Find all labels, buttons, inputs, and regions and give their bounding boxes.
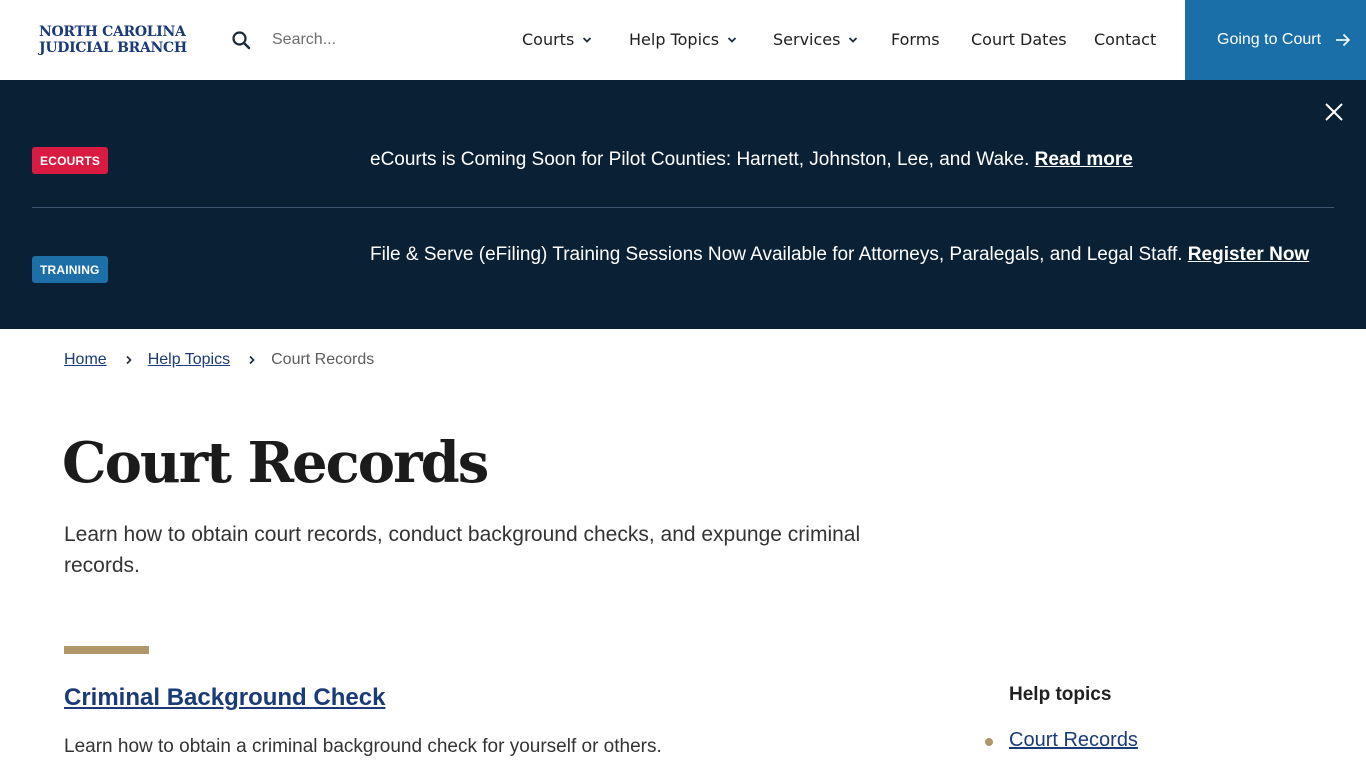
- alert-message: eCourts is Coming Soon for Pilot Countie…: [370, 145, 1330, 174]
- breadcrumb: Home Help Topics Court Records: [64, 351, 374, 369]
- going-to-court-button[interactable]: Going to Court: [1185, 0, 1366, 80]
- site-header: NORTH CAROLINA JUDICIAL BRANCH Courts He…: [0, 0, 1366, 80]
- logo-line-1: NORTH CAROLINA: [39, 24, 186, 40]
- chevron-down-icon: [849, 36, 858, 43]
- arrow-right-icon: [1336, 33, 1351, 47]
- alert-divider: [32, 207, 1334, 208]
- search-icon[interactable]: [231, 30, 251, 50]
- nav-courts-label: Courts: [522, 30, 575, 49]
- register-now-link[interactable]: Register Now: [1188, 244, 1309, 265]
- section-description: Learn how to obtain a criminal backgroun…: [64, 736, 662, 757]
- bullet-icon: [985, 738, 993, 746]
- breadcrumb-current: Court Records: [271, 351, 375, 368]
- section-title-link[interactable]: Criminal Background Check: [64, 684, 385, 712]
- sidebar-heading: Help topics: [1009, 684, 1112, 705]
- page-description: Learn how to obtain court records, condu…: [64, 523, 861, 577]
- alert-badge-ecourts: ECOURTS: [32, 147, 109, 174]
- alert-message: File & Serve (eFiling) Training Sessions…: [370, 240, 1330, 269]
- alert-text: eCourts is Coming Soon for Pilot Countie…: [370, 149, 1030, 170]
- alert-badge-training: TRAINING: [32, 256, 108, 283]
- nav-help-topics-label: Help Topics: [629, 30, 720, 49]
- nav-forms[interactable]: Forms: [891, 30, 940, 49]
- nav-services[interactable]: Services: [773, 30, 858, 49]
- nav-court-dates-label: Court Dates: [971, 30, 1067, 49]
- logo-line-2: JUDICIAL BRANCH: [39, 40, 187, 56]
- nav-courts[interactable]: Courts: [522, 30, 592, 49]
- breadcrumb-home[interactable]: Home: [64, 351, 107, 369]
- site-logo[interactable]: NORTH CAROLINA JUDICIAL BRANCH: [39, 24, 187, 56]
- nav-court-dates[interactable]: Court Dates: [971, 30, 1067, 49]
- search-input[interactable]: [262, 24, 462, 56]
- page-title: Court Records: [62, 430, 489, 496]
- nav-contact[interactable]: Contact: [1094, 30, 1156, 49]
- nav-services-label: Services: [773, 30, 841, 49]
- nav-help-topics[interactable]: Help Topics: [629, 30, 737, 49]
- section-accent-bar: [64, 646, 149, 654]
- nav-forms-label: Forms: [891, 30, 940, 49]
- sidebar-item-court-records[interactable]: Court Records: [1009, 729, 1138, 752]
- close-icon[interactable]: [1323, 101, 1345, 123]
- read-more-link[interactable]: Read more: [1035, 149, 1133, 170]
- chevron-down-icon: [583, 36, 592, 43]
- breadcrumb-help-topics[interactable]: Help Topics: [148, 351, 230, 369]
- chevron-right-icon: [126, 355, 132, 365]
- going-to-court-label: Going to Court: [1217, 31, 1322, 48]
- alert-text: File & Serve (eFiling) Training Sessions…: [370, 244, 1183, 265]
- chevron-down-icon: [728, 36, 737, 43]
- chevron-right-icon: [249, 355, 255, 365]
- alert-banner: [0, 80, 1366, 329]
- nav-contact-label: Contact: [1094, 30, 1157, 49]
